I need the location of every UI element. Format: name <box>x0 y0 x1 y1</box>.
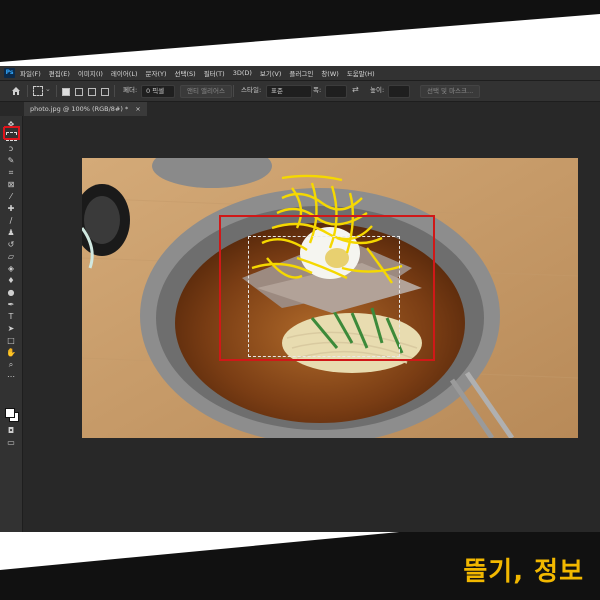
divider <box>114 85 115 97</box>
subtract-selection-icon[interactable] <box>88 88 96 96</box>
tool-highlight-box <box>4 126 20 140</box>
menu-help[interactable]: 도움말(H) <box>347 68 375 78</box>
foreground-color-swatch[interactable] <box>5 408 15 418</box>
menu-layer[interactable]: 레이어(L) <box>111 68 138 78</box>
menu-plugins[interactable]: 플러그인 <box>289 68 313 78</box>
rectangle-tool-icon[interactable]: □ <box>6 336 16 346</box>
menu-select[interactable]: 선택(S) <box>175 68 196 78</box>
brush-tool-icon[interactable]: ∕ <box>6 216 16 226</box>
dodge-tool-icon[interactable]: ● <box>6 288 16 298</box>
intersect-selection-icon[interactable] <box>101 88 109 96</box>
pen-tool-icon[interactable]: ✒ <box>6 300 16 310</box>
new-selection-icon[interactable] <box>62 88 70 96</box>
feather-input[interactable]: 0 픽셀 <box>141 85 175 98</box>
height-label: 높이: <box>370 86 385 94</box>
marquee-rect-icon[interactable] <box>33 86 43 96</box>
divider <box>27 85 28 97</box>
screen-mode-icon[interactable]: ▭ <box>6 438 16 448</box>
healing-tool-icon[interactable]: ✚ <box>6 204 16 214</box>
document-tab-title: photo.jpg @ 100% (RGB/8#) * <box>30 105 129 113</box>
select-mask-button[interactable]: 선택 및 마스크... <box>420 85 481 98</box>
document-tab-bar: photo.jpg @ 100% (RGB/8#) * × <box>22 102 600 116</box>
tools-panel: ✥ ↄ ✎ ⌗ ⊠ ⁄ ✚ ∕ ♟ ↺ ▱ ◈ ♦ ● ✒ T ➤ □ ✋ ⌕ … <box>0 116 23 532</box>
path-select-tool-icon[interactable]: ➤ <box>6 324 16 334</box>
crop-tool-icon[interactable]: ⌗ <box>6 168 16 178</box>
menu-3d[interactable]: 3D(D) <box>233 69 252 77</box>
antialias-checkbox[interactable]: 앤티 앨리어스 <box>180 85 232 98</box>
chevron-down-icon[interactable]: ⌄ <box>45 85 51 93</box>
frame-tool-icon[interactable]: ⊠ <box>6 180 16 190</box>
divider <box>233 85 234 97</box>
add-selection-icon[interactable] <box>75 88 83 96</box>
paint-bucket-tool-icon[interactable]: ◈ <box>6 264 16 274</box>
ps-logo-icon: Ps <box>4 68 15 78</box>
swap-icon[interactable]: ⇄ <box>352 85 359 94</box>
width-input[interactable] <box>325 85 347 98</box>
menu-view[interactable]: 보기(V) <box>260 68 281 78</box>
style-select[interactable]: 표준 <box>266 85 312 98</box>
divider <box>56 85 57 97</box>
blur-tool-icon[interactable]: ♦ <box>6 276 16 286</box>
menu-filter[interactable]: 필터(T) <box>204 68 225 78</box>
annotation-highlight-box <box>219 215 435 361</box>
zoom-tool-icon[interactable]: ⌕ <box>6 360 16 370</box>
width-label: 폭: <box>313 86 322 94</box>
hand-tool-icon[interactable]: ✋ <box>6 348 16 358</box>
menu-file[interactable]: 파일(F) <box>20 68 41 78</box>
close-icon[interactable]: × <box>135 105 140 113</box>
quick-mask-icon[interactable]: ◘ <box>6 426 16 436</box>
caption-text: 뜰기, 정보 <box>463 557 584 587</box>
document-tab[interactable]: photo.jpg @ 100% (RGB/8#) * × <box>24 102 147 116</box>
menu-edit[interactable]: 편집(E) <box>49 68 70 78</box>
feather-label: 페더: <box>123 86 138 94</box>
menu-list: 파일(F) 편집(E) 이미지(I) 레이어(L) 문자(Y) 선택(S) 필터… <box>20 66 383 80</box>
options-bar: ⌄ 페더: 0 픽셀 앤티 앨리어스 스타일: 표준 폭: ⇄ 높이: 선택 및… <box>0 81 600 102</box>
type-tool-icon[interactable]: T <box>6 312 16 322</box>
menu-image[interactable]: 이미지(I) <box>78 68 103 78</box>
more-tools-icon[interactable]: ⋯ <box>6 372 16 382</box>
lasso-tool-icon[interactable]: ↄ <box>6 144 16 154</box>
stamp-tool-icon[interactable]: ♟ <box>6 228 16 238</box>
menu-bar: Ps 파일(F) 편집(E) 이미지(I) 레이어(L) 문자(Y) 선택(S)… <box>0 66 600 81</box>
menu-type[interactable]: 문자(Y) <box>146 68 167 78</box>
style-label: 스타일: <box>241 86 262 94</box>
menu-window[interactable]: 창(W) <box>321 68 338 78</box>
top-banner <box>0 0 600 62</box>
eyedropper-tool-icon[interactable]: ⁄ <box>6 192 16 202</box>
quick-select-tool-icon[interactable]: ✎ <box>6 156 16 166</box>
height-input[interactable] <box>388 85 410 98</box>
eraser-tool-icon[interactable]: ▱ <box>6 252 16 262</box>
history-brush-tool-icon[interactable]: ↺ <box>6 240 16 250</box>
home-icon[interactable] <box>11 86 21 96</box>
